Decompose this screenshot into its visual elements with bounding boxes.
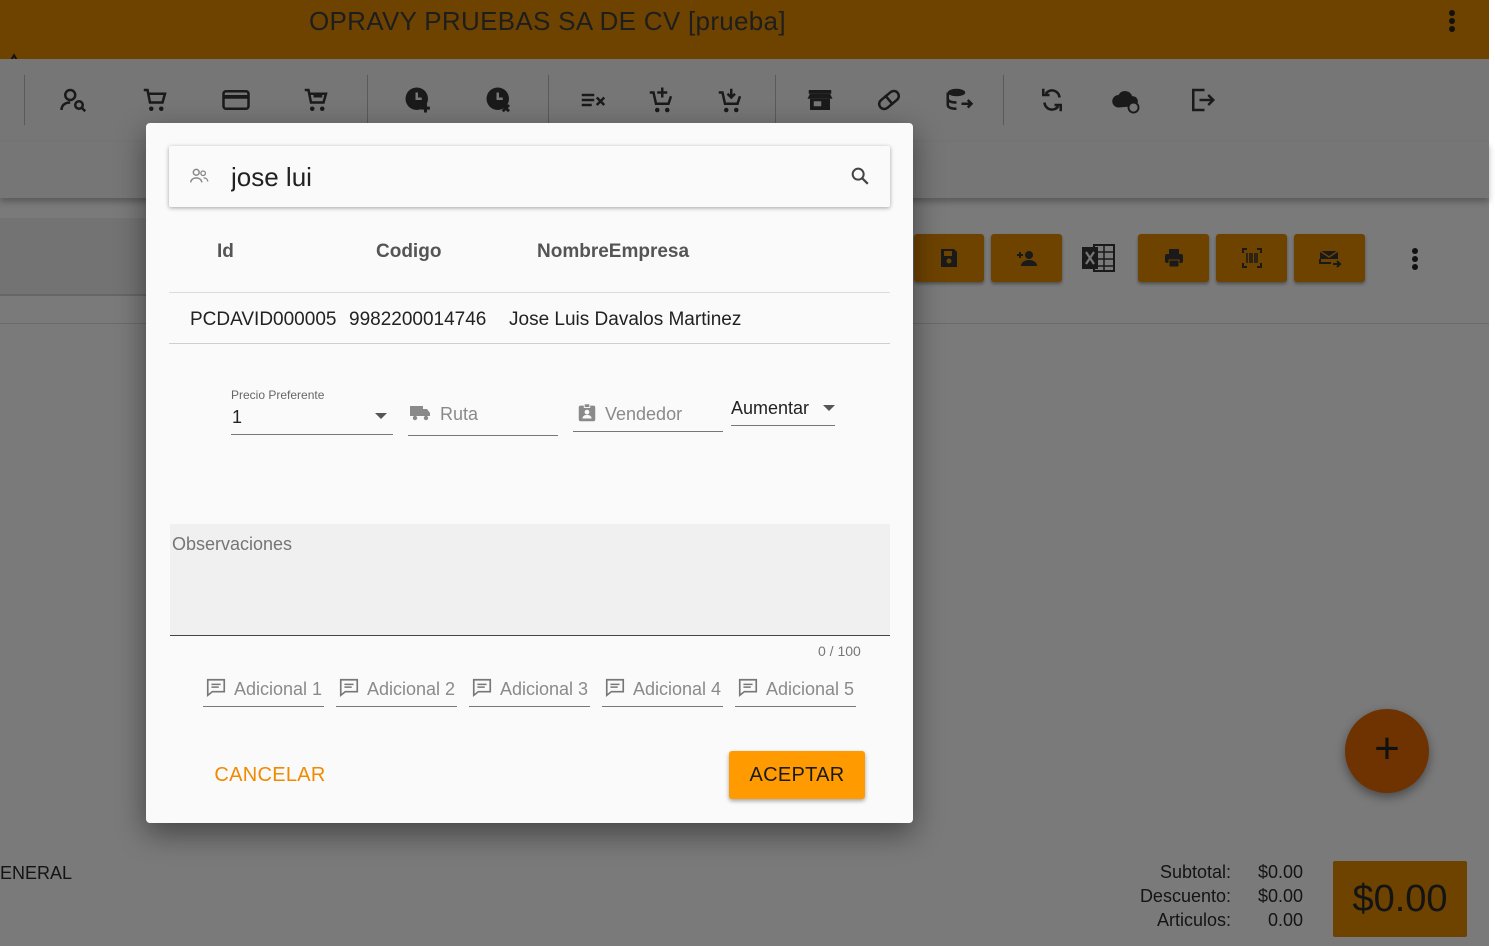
results-table-header: Id Codigo NombreEmpresa (169, 233, 890, 293)
cell-id: PCDAVID000005 (190, 309, 337, 330)
cancel-button[interactable]: CANCELAR (206, 751, 334, 799)
ajuste-select[interactable]: Aumentar (731, 395, 835, 427)
add-client-button[interactable] (991, 234, 1062, 282)
articles-value: 0.00 (1267, 910, 1303, 930)
precio-preferente-select[interactable]: Precio Preferente 1 (231, 385, 393, 437)
cloud-sync-icon[interactable] (1109, 83, 1143, 117)
pill-icon[interactable] (872, 83, 906, 117)
grand-total-button[interactable]: $0.00 (1333, 861, 1467, 937)
client-search-bar (169, 146, 890, 207)
comment-icon (339, 678, 359, 698)
comment-icon (206, 678, 226, 698)
subtotal-label: Subtotal: (1159, 862, 1231, 882)
table-row[interactable]: PCDAVID000005 9982200014746 Jose Luis Da… (169, 294, 890, 344)
ajuste-value: Aumentar (731, 398, 810, 418)
precio-preferente-label: Precio Preferente (231, 388, 325, 402)
person-search-icon[interactable] (57, 83, 91, 117)
barcode-scan-icon (1241, 248, 1262, 268)
cart-outline-icon[interactable] (299, 83, 333, 117)
left-panel (0, 218, 150, 296)
adicional-4-field[interactable]: Adicional 4 (602, 669, 723, 707)
dropdown-caret-icon (823, 405, 835, 411)
playlist-remove-icon[interactable] (576, 83, 610, 117)
cell-codigo: 9982200014746 (349, 309, 487, 330)
adicional-5-placeholder: Adicional 5 (766, 679, 855, 699)
clock-add-icon[interactable] (401, 83, 435, 117)
print-button[interactable] (1138, 234, 1209, 282)
observaciones-textarea-container (170, 524, 890, 636)
precio-preferente-value: 1 (232, 407, 243, 427)
cart-arrow-icon[interactable] (713, 83, 747, 117)
credit-card-icon[interactable] (219, 83, 253, 117)
column-header-codigo[interactable]: Codigo (376, 241, 441, 263)
ruta-field[interactable]: Ruta (408, 399, 558, 437)
company-title: OPRAVY PRUEBAS SA DE CV [prueba] (309, 6, 786, 36)
more-vert-icon[interactable] (1442, 8, 1462, 34)
adicional-4-placeholder: Adicional 4 (633, 679, 722, 699)
cart-icon[interactable] (138, 83, 172, 117)
adicional-1-field[interactable]: Adicional 1 (203, 669, 324, 707)
discount-label: Descuento: (1139, 886, 1231, 906)
save-button[interactable] (914, 234, 984, 282)
adicional-3-placeholder: Adicional 3 (500, 679, 589, 699)
person-add-icon (1016, 251, 1037, 266)
ruta-placeholder: Ruta (440, 404, 479, 424)
window-edge (1489, 0, 1495, 946)
observaciones-textarea[interactable] (170, 524, 890, 635)
search-icon[interactable] (849, 165, 871, 187)
vendedor-field[interactable]: Vendedor (573, 399, 723, 435)
logout-icon[interactable] (1185, 83, 1219, 117)
adicional-2-placeholder: Adicional 2 (367, 679, 456, 699)
database-arrow-icon[interactable] (942, 83, 976, 117)
column-header-id[interactable]: Id (217, 241, 234, 263)
clock-cancel-icon[interactable] (482, 83, 516, 117)
client-search-input[interactable] (229, 158, 829, 196)
plus-icon: + (1374, 724, 1400, 773)
email-send-button[interactable] (1294, 234, 1365, 282)
store-icon[interactable] (803, 83, 837, 117)
adicional-2-field[interactable]: Adicional 2 (336, 669, 457, 707)
dropdown-caret-icon (375, 413, 387, 419)
comment-icon (472, 678, 492, 698)
badge-icon (578, 403, 596, 422)
truck-icon (410, 406, 430, 421)
adicional-5-field[interactable]: Adicional 5 (735, 669, 856, 707)
articles-label: Articulos: (1156, 910, 1231, 930)
people-icon (190, 168, 209, 183)
comment-icon (738, 678, 758, 698)
cart-plus-icon[interactable] (644, 83, 678, 117)
comment-icon (605, 678, 625, 698)
column-header-nombre[interactable]: NombreEmpresa (537, 241, 689, 263)
barcode-scan-button[interactable] (1216, 234, 1287, 282)
vendedor-placeholder: Vendedor (605, 404, 683, 424)
client-search-dialog: Id Codigo NombreEmpresa PCDAVID000005 99… (146, 123, 913, 823)
adicional-1-placeholder: Adicional 1 (234, 679, 323, 699)
sync-icon[interactable] (1035, 83, 1069, 117)
save-icon (941, 249, 957, 267)
adicional-3-field[interactable]: Adicional 3 (469, 669, 590, 707)
character-counter: 0 / 100 (818, 643, 861, 659)
top-app-bar: OPRAVY PRUEBAS SA DE CV [prueba] (0, 0, 1490, 59)
print-icon (1164, 249, 1183, 268)
client-name-label: ENERAL (0, 863, 73, 883)
email-send-icon (1318, 250, 1341, 268)
discount-value: $0.00 (1257, 886, 1303, 906)
excel-icon[interactable] (1080, 242, 1116, 274)
totals-summary: Subtotal: $0.00 Descuento: $0.00 Articulos… (1100, 862, 1303, 934)
cell-nombre: Jose Luis Davalos Martinez (509, 309, 742, 330)
subtotal-value: $0.00 (1257, 862, 1303, 882)
add-fab-button[interactable]: + (1345, 709, 1429, 793)
accept-button[interactable]: ACEPTAR (729, 751, 865, 799)
more-vert-icon[interactable] (1405, 244, 1425, 274)
